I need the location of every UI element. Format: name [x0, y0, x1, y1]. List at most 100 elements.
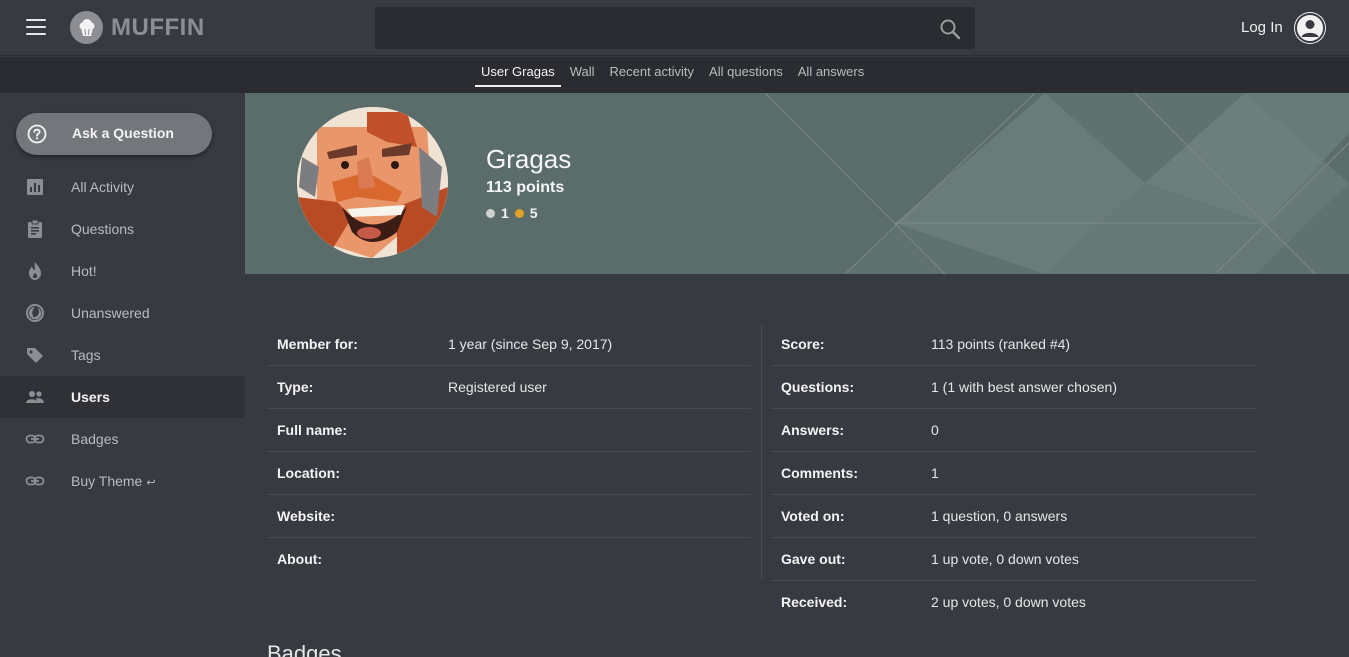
search-input[interactable]	[375, 7, 975, 49]
sidebar-item-label: Unanswered	[71, 305, 150, 321]
sidebar-item-buy-theme[interactable]: Buy Theme ↩	[0, 460, 245, 502]
info-row: Received: 2 up votes, 0 down votes	[771, 581, 1257, 624]
flame-icon	[25, 261, 45, 281]
profile-tabs: User Gragas Wall Recent activity All questi…	[475, 57, 873, 93]
info-label: About:	[277, 551, 323, 567]
info-value: 1 year (since Sep 9, 2017)	[448, 336, 613, 352]
search-icon[interactable]	[939, 18, 961, 40]
sidebar-item-tags[interactable]: Tags	[0, 334, 245, 376]
sidebar-item-questions[interactable]: Questions	[0, 208, 245, 250]
info-value: 113 points (ranked #4)	[931, 336, 1071, 352]
sidebar-item-label: Tags	[71, 347, 101, 363]
info-row: Score: 113 points (ranked #4)	[771, 323, 1257, 366]
bar-chart-icon	[25, 177, 45, 197]
profile-tabs-bar: User Gragas Wall Recent activity All questi…	[0, 57, 1349, 93]
info-label: Questions:	[781, 379, 855, 395]
info-value: 0	[931, 422, 939, 438]
silver-medal-icon	[486, 208, 495, 218]
sidebar-item-text: Questions	[71, 221, 135, 237]
sidebar-item-label: All Activity	[71, 179, 134, 195]
badges-heading: Badges	[267, 641, 342, 657]
info-value: Registered user	[448, 379, 547, 395]
info-label: Score:	[781, 336, 825, 352]
sidebar-item-all-activity[interactable]: All Activity	[0, 166, 245, 208]
tab-wall[interactable]: Wall	[564, 57, 601, 87]
user-avatar	[297, 107, 448, 258]
tab-all-answers[interactable]: All answers	[792, 57, 870, 87]
half-moon-icon	[25, 303, 45, 323]
user-account-icon[interactable]	[1294, 12, 1326, 44]
medal-counts: 15	[486, 205, 544, 221]
info-row: Full name:	[267, 409, 751, 452]
profile-details-table: Member for: 1 year (since Sep 9, 2017) Typ…	[267, 323, 751, 581]
info-row: About:	[267, 538, 751, 581]
info-label: Gave out:	[781, 551, 846, 567]
profile-banner: Gragas 113 points 15	[245, 93, 1349, 274]
brand-name: MUFFIN	[111, 13, 205, 41]
login-link[interactable]: Log In	[1241, 19, 1283, 36]
external-link-icon: ↩	[146, 477, 156, 489]
tag-icon	[25, 345, 45, 365]
muffin-icon	[70, 11, 103, 44]
medal-count: 1	[501, 205, 509, 221]
info-row: Answers: 0	[771, 409, 1257, 452]
info-label: Comments:	[781, 465, 859, 481]
info-value: 1 question, 0 answers	[931, 508, 1068, 524]
bronze-medal-icon	[514, 208, 524, 218]
info-label: Received:	[781, 594, 848, 610]
sidebar-item-unanswered[interactable]: Unanswered	[0, 292, 245, 334]
info-label: Website:	[277, 508, 336, 524]
sidebar-item-label: Questions	[71, 221, 134, 237]
sidebar: Ask a Question All Activity Questions Hot!…	[0, 93, 245, 657]
info-row: Voted on: 1 question, 0 answers	[771, 495, 1257, 538]
sidebar-item-text: Badges	[71, 431, 119, 447]
tab-all-questions[interactable]: All questions	[703, 57, 789, 87]
profile-name: Gragas	[486, 144, 572, 174]
info-value: 2 up votes, 0 down votes	[931, 594, 1086, 610]
sidebar-item-label: Badges	[71, 431, 118, 447]
info-row: Comments: 1	[771, 452, 1257, 495]
info-label: Location:	[277, 465, 340, 481]
info-row: Gave out: 1 up vote, 0 down votes	[771, 538, 1257, 581]
sidebar-item-users[interactable]: Users	[0, 376, 245, 418]
question-mark-icon	[27, 124, 47, 144]
brand-logo[interactable]: MUFFIN	[70, 11, 205, 44]
clipboard-icon	[25, 219, 45, 239]
activity-stats-table: Score: 113 points (ranked #4) Questions: 1 …	[771, 323, 1257, 624]
link-icon	[25, 471, 45, 491]
top-bar: MUFFIN Log In	[0, 0, 1349, 56]
users-icon	[25, 387, 45, 407]
ask-question-button[interactable]: Ask a Question	[16, 113, 212, 155]
sidebar-item-text: All Activity	[71, 179, 135, 195]
menu-icon[interactable]	[26, 19, 46, 35]
column-divider	[761, 324, 762, 580]
info-row: Member for: 1 year (since Sep 9, 2017)	[267, 323, 751, 366]
info-row: Questions: 1 (1 with best answer chosen)	[771, 366, 1257, 409]
sidebar-item-text: Buy Theme	[71, 473, 143, 489]
sidebar-item-label: Users	[71, 389, 110, 405]
sidebar-item-text: Hot!	[71, 263, 97, 279]
sidebar-item-text: Unanswered	[71, 305, 150, 321]
link-icon	[25, 429, 45, 449]
medal-count: 5	[529, 205, 538, 221]
info-label: Voted on:	[781, 508, 845, 524]
info-label: Answers:	[781, 422, 845, 438]
tab-recent-activity[interactable]: Recent activity	[604, 57, 701, 87]
info-label: Type:	[277, 379, 314, 395]
ask-question-label: Ask a Question	[72, 125, 174, 141]
sidebar-item-hot[interactable]: Hot!	[0, 250, 245, 292]
info-label: Member for:	[277, 336, 358, 352]
sidebar-item-label: Buy Theme ↩	[71, 473, 156, 489]
sidebar-item-text: Users	[71, 389, 110, 405]
info-row: Website:	[267, 495, 751, 538]
main-content: Gragas 113 points 15 Member for: 1 year (…	[245, 93, 1349, 657]
sidebar-item-text: Tags	[71, 347, 101, 363]
sidebar-item-badges[interactable]: Badges	[0, 418, 245, 460]
info-value: 1 (1 with best answer chosen)	[931, 379, 1117, 395]
profile-points: 113 points	[486, 179, 565, 196]
tab-user-gragas[interactable]: User Gragas	[475, 57, 561, 87]
info-label: Full name:	[277, 422, 348, 438]
info-value: 1 up vote, 0 down votes	[931, 551, 1079, 567]
info-row: Location:	[267, 452, 751, 495]
info-row: Type: Registered user	[267, 366, 751, 409]
